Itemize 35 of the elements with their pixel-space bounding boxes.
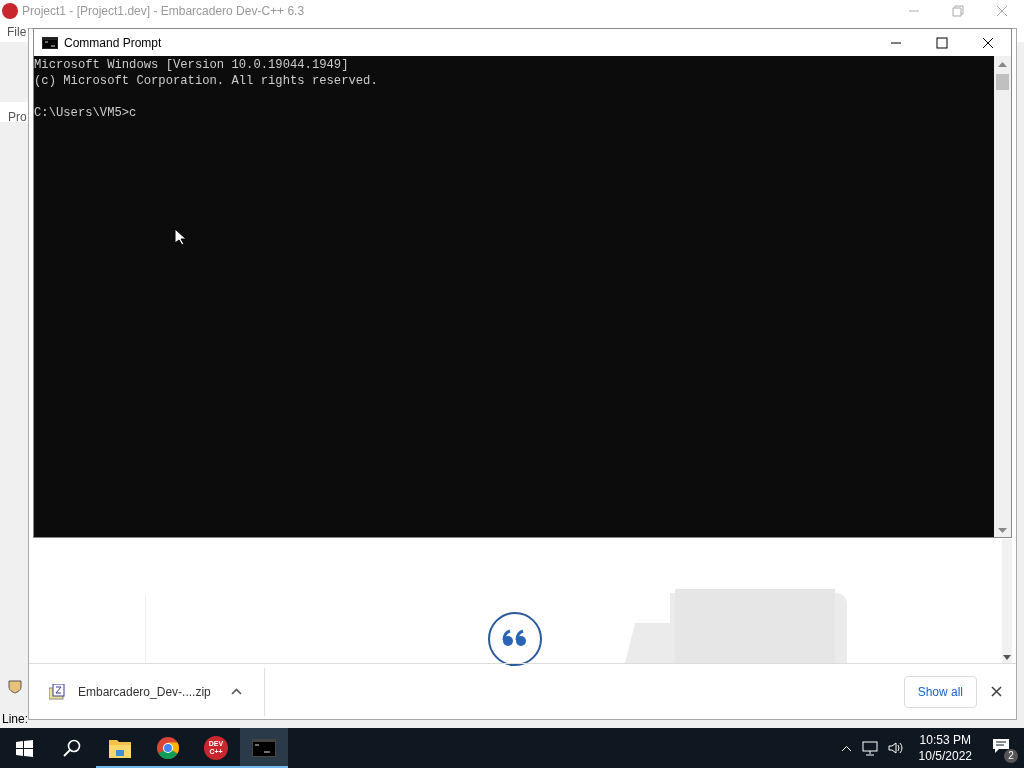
notification-count: 2 <box>1004 749 1018 763</box>
mouse-cursor-icon <box>174 228 186 246</box>
download-filename[interactable]: Embarcadero_Dev-....zip <box>78 682 211 701</box>
console-prompt: C:\Users\VM5>c <box>34 105 138 121</box>
window-title: Project1 - [Project1.dev] - Embarcadero Dev-C++ 6.3 <box>22 3 305 20</box>
chrome-icon[interactable] <box>157 737 179 759</box>
menu-item[interactable]: File <box>7 23 27 41</box>
status-text: Line: <box>2 711 29 728</box>
taskbar-item[interactable] <box>240 728 288 768</box>
close-icon[interactable] <box>982 36 994 49</box>
shield-icon <box>8 680 22 694</box>
scroll-up-icon[interactable] <box>998 62 1007 67</box>
search-icon[interactable] <box>63 739 81 757</box>
console-line: Microsoft Windows [Version 10.0.19044.1949] <box>34 57 350 73</box>
volume-icon[interactable] <box>887 741 903 755</box>
app-icon <box>2 3 18 19</box>
notification-icon[interactable] <box>993 739 1009 753</box>
clock-time[interactable]: 10:53 PM <box>919 732 971 748</box>
zip-file-icon <box>49 683 65 700</box>
network-icon[interactable] <box>861 740 878 756</box>
console-line: (c) Microsoft Corporation. All rights reserved. <box>34 73 379 89</box>
close-icon[interactable] <box>991 686 1002 697</box>
console-icon[interactable] <box>252 739 276 757</box>
show-all-button[interactable]: Show all <box>903 675 977 708</box>
maximize-icon[interactable] <box>936 36 948 49</box>
windows-icon[interactable] <box>15 739 33 757</box>
caret-up-icon[interactable] <box>230 688 242 695</box>
scroll-down-icon[interactable] <box>998 528 1007 533</box>
console-icon <box>42 36 58 49</box>
scroll-down-icon[interactable] <box>1003 655 1011 661</box>
clock-date[interactable]: 10/5/2022 <box>918 748 972 764</box>
folder-icon[interactable] <box>109 738 131 758</box>
scroll-thumb[interactable] <box>996 74 1009 90</box>
window-title: Command Prompt <box>64 34 162 52</box>
quote-icon <box>487 611 543 667</box>
